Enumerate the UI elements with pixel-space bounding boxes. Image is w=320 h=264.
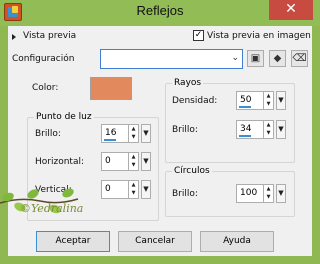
- densidad-input[interactable]: 50 ▲ ▼: [236, 91, 274, 110]
- dropdown-arrow-icon[interactable]: ▼: [141, 124, 151, 143]
- cube-icon[interactable]: ◆: [269, 50, 286, 67]
- value-slider-indicator: [239, 106, 251, 108]
- value-slider-indicator: [104, 139, 116, 141]
- watermark-signature: ©Yedralina: [20, 202, 84, 215]
- config-label: Configuración: [12, 54, 75, 64]
- dropdown-arrow-icon[interactable]: ▼: [141, 180, 151, 199]
- circulos-brillo-value: 100: [240, 188, 258, 198]
- value-slider-indicator: [239, 135, 251, 137]
- dropdown-arrow-icon[interactable]: ▼: [276, 120, 286, 139]
- spin-arrows[interactable]: ▲ ▼: [128, 153, 138, 170]
- preview-label[interactable]: Vista previa: [23, 31, 76, 41]
- close-button[interactable]: ✕: [269, 0, 313, 20]
- rayos-title: Rayos: [172, 78, 204, 88]
- dialog-window: Reflejos ✕ Vista previa ✓ Vista previa e…: [0, 0, 320, 264]
- circulos-title: Círculos: [172, 166, 212, 176]
- dropdown-arrow-icon[interactable]: ▼: [276, 184, 286, 203]
- image-preview-checkbox[interactable]: ✓: [193, 30, 204, 41]
- spin-arrows[interactable]: ▲ ▼: [128, 181, 138, 198]
- config-dropdown[interactable]: ⌄: [100, 49, 243, 69]
- image-preview-label[interactable]: Vista previa en imagen: [207, 31, 311, 41]
- dropdown-arrow-icon[interactable]: ▼: [141, 152, 151, 171]
- punto-brillo-input[interactable]: 16 ▲ ▼: [101, 124, 139, 143]
- spin-arrows[interactable]: ▲ ▼: [263, 92, 273, 109]
- rayos-brillo-label: Brillo:: [172, 125, 198, 135]
- rayos-brillo-input[interactable]: 34 ▲ ▼: [236, 120, 274, 139]
- vertical-input[interactable]: 0 ▲ ▼: [101, 180, 139, 199]
- circulos-brillo-input[interactable]: 100 ▲ ▼: [236, 184, 274, 203]
- spin-arrows[interactable]: ▲ ▼: [263, 121, 273, 138]
- circulos-brillo-label: Brillo:: [172, 189, 198, 199]
- color-label: Color:: [32, 83, 59, 93]
- help-button[interactable]: Ayuda: [200, 231, 274, 252]
- title-bar: Reflejos ✕: [0, 0, 320, 26]
- horizontal-label: Horizontal:: [35, 157, 84, 167]
- horizontal-input[interactable]: 0 ▲ ▼: [101, 152, 139, 171]
- punto-brillo-value: 16: [105, 128, 117, 138]
- horizontal-value: 0: [105, 156, 111, 166]
- densidad-label: Densidad:: [172, 96, 218, 106]
- densidad-value: 50: [240, 95, 252, 105]
- punto-de-luz-title: Punto de luz: [34, 112, 94, 122]
- chevron-down-icon: ⌄: [231, 53, 239, 63]
- spin-arrows[interactable]: ▲ ▼: [263, 185, 273, 202]
- save-icon[interactable]: ▣: [247, 50, 264, 67]
- accept-button[interactable]: Aceptar: [36, 231, 110, 252]
- cancel-button[interactable]: Cancelar: [118, 231, 192, 252]
- dropdown-arrow-icon[interactable]: ▼: [276, 91, 286, 110]
- dialog-body: Vista previa ✓ Vista previa en imagen Co…: [8, 26, 312, 256]
- punto-brillo-label: Brillo:: [35, 129, 61, 139]
- vertical-value: 0: [105, 184, 111, 194]
- spin-arrows[interactable]: ▲ ▼: [128, 125, 138, 142]
- delete-icon[interactable]: ⌫: [291, 50, 308, 67]
- rayos-brillo-value: 34: [240, 124, 252, 134]
- expand-triangle-icon[interactable]: [12, 34, 16, 40]
- color-swatch[interactable]: [90, 77, 132, 100]
